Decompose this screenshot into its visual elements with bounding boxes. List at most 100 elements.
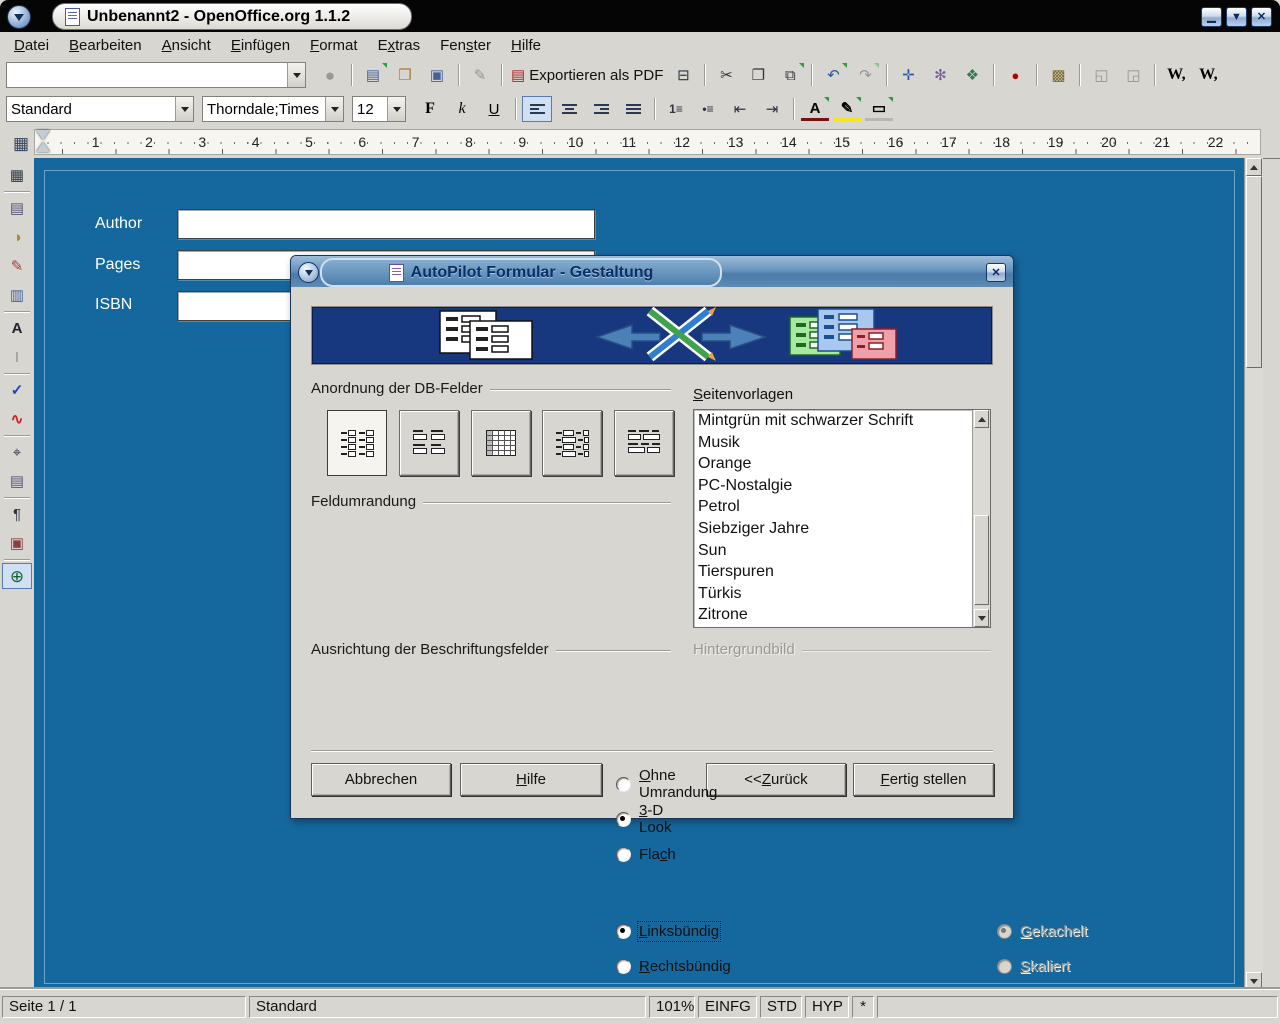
layout-columns-labels-top-button[interactable]	[399, 410, 459, 476]
menu-einfuegen[interactable]: Einfügen	[221, 35, 300, 56]
list-item[interactable]: Mintgrün mit schwarzer Schrift	[694, 410, 973, 432]
back-button[interactable]: << Zurück	[706, 763, 846, 796]
new-document-icon[interactable]: ▤	[358, 62, 388, 88]
menu-datei[interactable]: Datei	[4, 35, 59, 56]
record-changes-icon[interactable]: ●	[1000, 62, 1030, 88]
toolbar-separator[interactable]	[515, 98, 516, 120]
print-icon[interactable]: ⊟	[668, 62, 698, 88]
highlight-button[interactable]: ✎	[832, 96, 862, 122]
layout-columns-labels-left-button[interactable]	[327, 410, 387, 476]
underline-button[interactable]: U	[479, 96, 509, 122]
hyperlink-icon[interactable]: ❖	[957, 62, 987, 88]
style-dropdown-button[interactable]	[175, 97, 193, 121]
list-item[interactable]: Tierspuren	[694, 561, 973, 583]
redo-icon[interactable]: ↷	[850, 62, 880, 88]
insert-fontwork-icon[interactable]: A	[2, 315, 32, 341]
list-item[interactable]: PC-Nostalgie	[694, 475, 973, 497]
insert-object-icon[interactable]: ◑	[2, 224, 32, 250]
toolbar-separator[interactable]	[501, 64, 502, 86]
dialog-titlebar[interactable]: AutoPilot Formular - Gestaltung ✕	[291, 256, 1013, 287]
scrollbar-thumb[interactable]	[1246, 176, 1262, 368]
layout-blocks-labels-left-button[interactable]	[542, 410, 602, 476]
toolbar-separator[interactable]	[704, 64, 705, 86]
vertical-scrollbar[interactable]	[1244, 158, 1263, 990]
draw-functions-icon[interactable]: ✎	[2, 253, 32, 279]
paragraph-style-input[interactable]	[7, 97, 175, 121]
align-right-button[interactable]	[586, 96, 616, 122]
spellcheck-icon[interactable]: ✓	[2, 377, 32, 403]
bullets-button[interactable]: •≡	[693, 96, 723, 122]
radio-rechtsbuendig[interactable]: Rechtsbündig	[616, 957, 731, 975]
paragraph-style-combobox[interactable]	[6, 96, 194, 122]
toolbar-separator[interactable]	[4, 191, 30, 192]
status-insert-mode[interactable]: EINFG	[698, 996, 757, 1018]
font-size-combobox[interactable]	[352, 96, 406, 122]
menu-bearbeiten[interactable]: Bearbeiten	[59, 35, 152, 56]
toolbar-separator[interactable]	[4, 311, 30, 312]
list-item[interactable]: Sun	[694, 540, 973, 562]
list-item[interactable]: Siebziger Jahre	[694, 518, 973, 540]
autospellcheck-icon[interactable]: ∿	[2, 406, 32, 432]
list-scrollbar-thumb[interactable]	[974, 515, 989, 605]
toolbar-separator[interactable]	[811, 64, 812, 86]
menu-hilfe[interactable]: Hilfe	[501, 35, 551, 56]
navigator-icon[interactable]: ✛	[893, 62, 923, 88]
numbering-button[interactable]: 1≡	[661, 96, 691, 122]
font-name-combobox[interactable]	[202, 96, 344, 122]
stop-icon[interactable]: ●	[315, 62, 345, 88]
toolbar-separator[interactable]	[351, 64, 352, 86]
autotext-icon[interactable]: W,	[1161, 62, 1191, 88]
save-icon[interactable]: ▣	[422, 62, 452, 88]
help-button[interactable]: Hilfe	[460, 763, 602, 796]
radio-ohne-umrandung[interactable]: Ohne Umrandung	[616, 775, 717, 793]
font-name-input[interactable]	[203, 97, 325, 121]
list-scroll-up-button[interactable]	[974, 410, 989, 428]
layout-blocks-labels-top-button[interactable]	[614, 410, 674, 476]
italic-button[interactable]: k	[447, 96, 477, 122]
radio-icon[interactable]	[616, 812, 631, 827]
toolbar-separator[interactable]	[1036, 64, 1037, 86]
list-item[interactable]: Musik	[694, 432, 973, 454]
background-color-button[interactable]: ▭	[864, 96, 894, 122]
font-color-button[interactable]: A	[800, 96, 830, 122]
maximize-button[interactable]: ▼	[1226, 7, 1247, 27]
list-scroll-down-button[interactable]	[974, 609, 989, 627]
word-count-icon[interactable]: W,	[1193, 62, 1223, 88]
status-zoom[interactable]: 101%	[649, 996, 695, 1018]
radio-linksbuendig[interactable]: Linksbündig	[616, 922, 719, 940]
find-replace-icon[interactable]: ⌖	[2, 439, 32, 465]
edit-file-icon[interactable]: ✎	[465, 62, 495, 88]
export-pdf-button[interactable]: ▤Exportieren als PDF	[508, 62, 666, 88]
toolbar-separator[interactable]	[654, 98, 655, 120]
cancel-button[interactable]: Abbrechen	[311, 763, 451, 796]
paste-icon[interactable]: ⧉	[775, 62, 805, 88]
menu-extras[interactable]: Extras	[368, 35, 431, 56]
copy-icon[interactable]: ❐	[743, 62, 773, 88]
mail-icon[interactable]: ◱	[1086, 62, 1116, 88]
status-page-style[interactable]: Standard	[249, 996, 646, 1018]
toolbar-separator[interactable]	[4, 559, 30, 560]
toolbar-separator[interactable]	[886, 64, 887, 86]
window-menu-button[interactable]	[7, 5, 31, 29]
insert-frame-icon[interactable]: ▤	[2, 195, 32, 221]
list-item[interactable]: Türkis	[694, 583, 973, 605]
scroll-up-button[interactable]	[1246, 158, 1262, 176]
align-center-button[interactable]	[554, 96, 584, 122]
toolbar-separator[interactable]	[1154, 64, 1155, 86]
minimize-button[interactable]: ▁	[1201, 7, 1222, 27]
font-dropdown-button[interactable]	[325, 97, 343, 121]
graphics-onoff-icon[interactable]: ▣	[2, 530, 32, 556]
horizontal-ruler[interactable]: 12345678910111213141516171819202122	[34, 129, 1261, 155]
list-item[interactable]: Petrol	[694, 496, 973, 518]
online-layout-icon[interactable]: ⊕	[2, 563, 32, 589]
finish-button[interactable]: Fertig stellen	[853, 763, 994, 796]
increase-indent-button[interactable]: ⇥	[757, 96, 787, 122]
radio-icon[interactable]	[616, 847, 631, 862]
toolbar-separator[interactable]	[793, 98, 794, 120]
radio-icon[interactable]	[616, 777, 631, 792]
list-item[interactable]: Zitrone	[694, 604, 973, 626]
size-dropdown-button[interactable]	[387, 97, 405, 121]
toolbar-separator[interactable]	[1079, 64, 1080, 86]
page-styles-listbox[interactable]: Mintgrün mit schwarzer SchriftMusikOrang…	[693, 409, 991, 628]
data-sources-icon[interactable]: ▤	[2, 468, 32, 494]
